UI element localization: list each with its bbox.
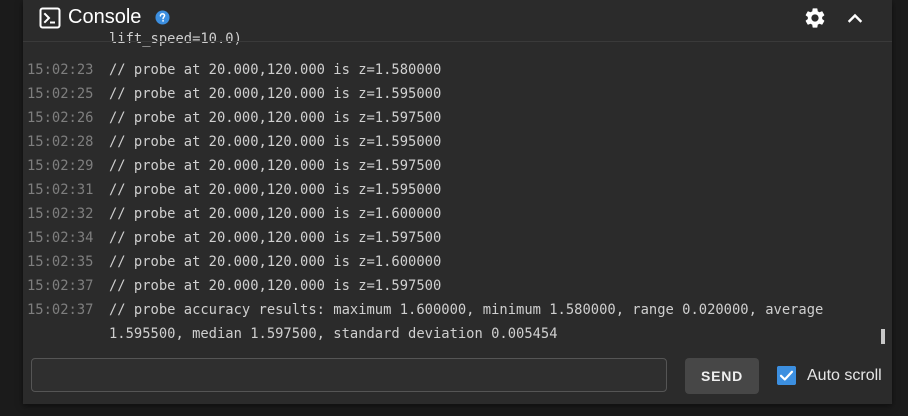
- checkbox-checked-icon[interactable]: [777, 366, 796, 385]
- log-message: // probe at 20.000,120.000 is z=1.597500: [109, 230, 442, 246]
- log-message: // probe at 20.000,120.000 is z=1.597500: [109, 278, 442, 294]
- log-message: // probe at 20.000,120.000 is z=1.595000: [109, 182, 442, 198]
- log-message: 1.595500, median 1.597500, standard devi…: [109, 326, 558, 342]
- log-line: 15:02:29 // probe at 20.000,120.000 is z…: [23, 154, 892, 178]
- help-circle-icon[interactable]: [155, 10, 170, 25]
- log-scrollbar-thumb[interactable]: [881, 329, 885, 344]
- log-line: 1.595500, median 1.597500, standard devi…: [23, 322, 892, 346]
- log-line: 15:02:23 // probe at 20.000,120.000 is z…: [23, 58, 892, 82]
- log-message: // probe at 20.000,120.000 is z=1.597500: [109, 158, 442, 174]
- log-timestamp: 15:02:35: [27, 254, 94, 270]
- log-message: // probe at 20.000,120.000 is z=1.597500: [109, 110, 442, 126]
- log-timestamp: 15:02:25: [27, 86, 94, 102]
- auto-scroll-label: Auto scroll: [807, 367, 882, 384]
- log-timestamp: 15:02:32: [27, 206, 94, 222]
- console-log[interactable]: lift_speed=10.0) 15:02:23 // probe at 20…: [23, 32, 892, 348]
- log-line: 15:02:25 // probe at 20.000,120.000 is z…: [23, 82, 892, 106]
- log-line: 15:02:28 // probe at 20.000,120.000 is z…: [23, 130, 892, 154]
- gear-icon[interactable]: [803, 6, 827, 30]
- console-title: Console: [68, 6, 142, 28]
- log-timestamp: 15:02:31: [27, 182, 94, 198]
- log-timestamp: 15:02:37: [27, 278, 94, 294]
- log-timestamp: 15:02:29: [27, 158, 94, 174]
- log-message: // probe accuracy results: maximum 1.600…: [109, 302, 824, 318]
- log-line: 15:02:31 // probe at 20.000,120.000 is z…: [23, 178, 892, 202]
- log-message: // probe at 20.000,120.000 is z=1.580000: [109, 62, 442, 78]
- terminal-icon: [39, 7, 61, 29]
- log-message: // probe at 20.000,120.000 is z=1.595000: [109, 134, 442, 150]
- header-divider: [23, 41, 892, 42]
- log-line: 15:02:26 // probe at 20.000,120.000 is z…: [23, 106, 892, 130]
- log-line: 15:02:32 // probe at 20.000,120.000 is z…: [23, 202, 892, 226]
- console-panel: Console lift_speed=10.0) 15:02:23 // pro…: [23, 0, 892, 404]
- log-line: 15:02:34 // probe at 20.000,120.000 is z…: [23, 226, 892, 250]
- log-message: // probe at 20.000,120.000 is z=1.600000: [109, 254, 442, 270]
- log-timestamp: 15:02:28: [27, 134, 94, 150]
- console-header: Console: [23, 0, 892, 36]
- log-line: 15:02:37 // probe accuracy results: maxi…: [23, 298, 892, 322]
- log-line: 15:02:35 // probe at 20.000,120.000 is z…: [23, 250, 892, 274]
- log-message: // probe at 20.000,120.000 is z=1.600000: [109, 206, 442, 222]
- log-timestamp: 15:02:37: [27, 302, 94, 318]
- log-timestamp: 15:02:23: [27, 62, 94, 78]
- log-line: 15:02:37 // probe at 20.000,120.000 is z…: [23, 274, 892, 298]
- command-input[interactable]: [31, 358, 667, 392]
- send-button[interactable]: SEND: [685, 358, 759, 394]
- log-message: // probe at 20.000,120.000 is z=1.595000: [109, 86, 442, 102]
- log-timestamp: 15:02:26: [27, 110, 94, 126]
- chevron-up-icon[interactable]: [843, 6, 867, 30]
- log-timestamp: 15:02:34: [27, 230, 94, 246]
